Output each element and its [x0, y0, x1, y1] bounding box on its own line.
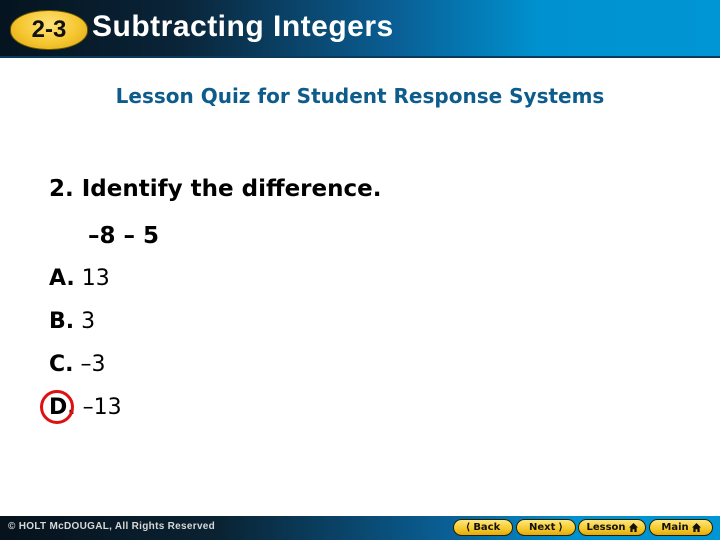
lesson-button[interactable]: Lesson [578, 519, 646, 536]
choice-value: 3 [81, 309, 96, 334]
chevron-right-icon: ⟩ [558, 522, 563, 533]
lesson-number-badge: 2-3 [10, 10, 88, 50]
question-expression: –8 – 5 [88, 223, 160, 249]
back-button[interactable]: ⟨ Back [453, 519, 513, 536]
next-label: Next [529, 522, 556, 533]
choice-value: –3 [80, 352, 106, 377]
choice-letter: B. [49, 309, 75, 334]
correct-answer-circle [40, 390, 74, 424]
choice-letter: C. [49, 352, 74, 377]
next-button[interactable]: Next ⟩ [516, 519, 576, 536]
slide-footer: © HOLT McDOUGAL, All Rights Reserved ⟨ B… [0, 516, 720, 540]
lesson-title: Subtracting Integers [92, 10, 394, 43]
choice-value: –13 [82, 395, 122, 420]
main-label: Main [661, 522, 689, 533]
home-icon [628, 523, 638, 532]
lesson-label: Lesson [586, 522, 626, 533]
answer-choice-b[interactable]: B. 3 [49, 309, 95, 334]
answer-choice-a[interactable]: A. 13 [49, 266, 110, 291]
chevron-left-icon: ⟨ [465, 522, 471, 533]
back-label: Back [473, 522, 501, 533]
home-icon [691, 523, 701, 532]
copyright-text: © HOLT McDOUGAL, All Rights Reserved [8, 521, 216, 532]
slide-header: 2-3 Subtracting Integers [0, 0, 720, 58]
choice-value: 13 [81, 266, 110, 291]
quiz-subtitle: Lesson Quiz for Student Response Systems [115, 84, 605, 108]
answer-choice-c[interactable]: C. –3 [49, 352, 106, 377]
question-prompt: 2. Identify the difference. [49, 176, 382, 202]
main-button[interactable]: Main [649, 519, 713, 536]
choice-letter: A. [49, 266, 75, 291]
